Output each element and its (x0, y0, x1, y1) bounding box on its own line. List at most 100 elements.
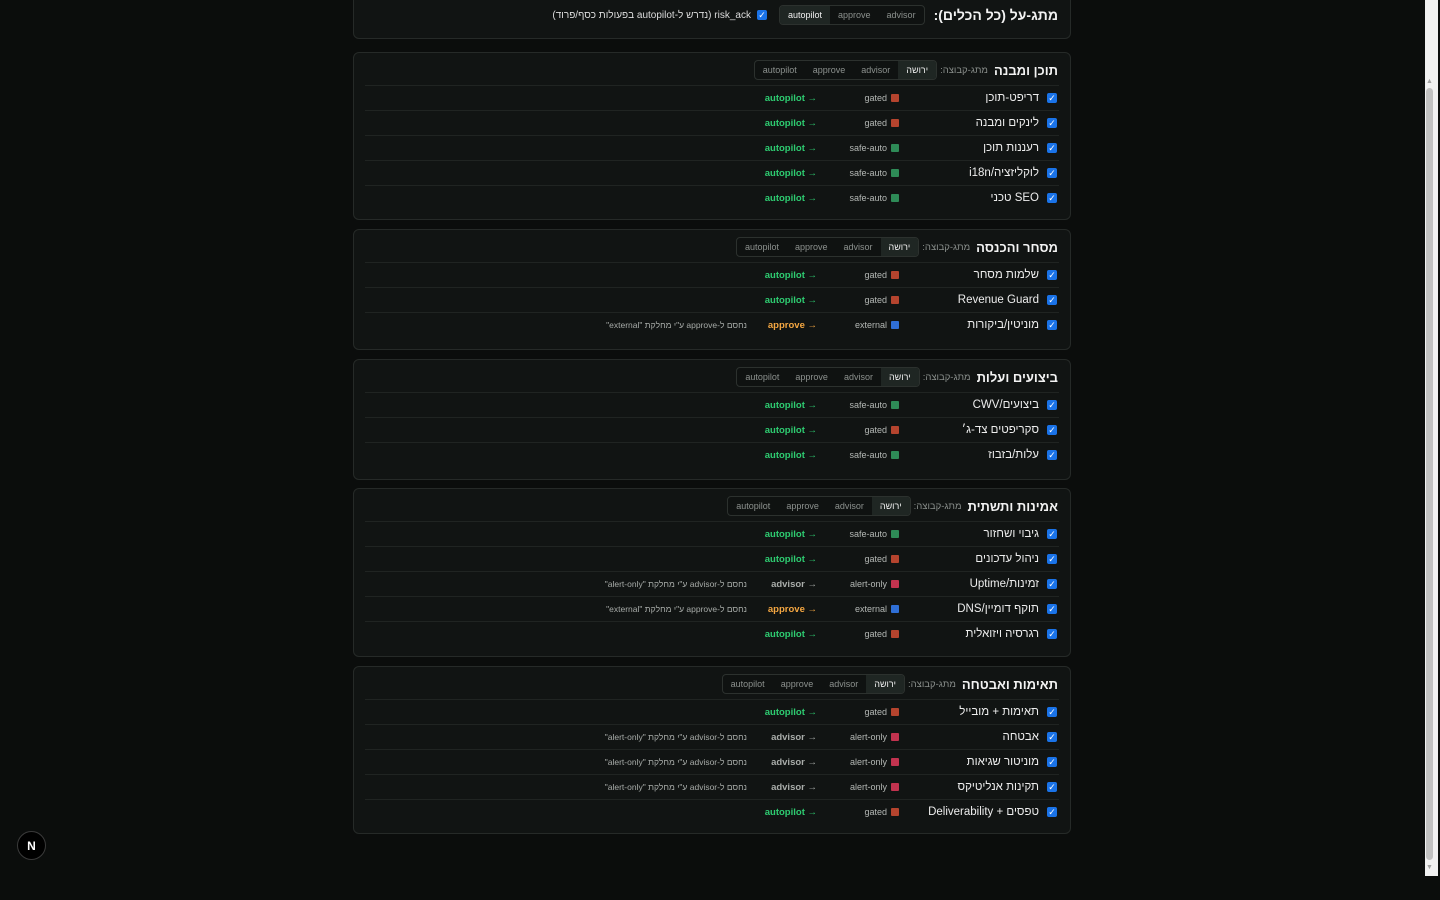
group-mode-advisor[interactable]: advisor (836, 238, 881, 256)
global-switch-title: מתג-על (כל הכלים): (933, 7, 1058, 23)
group-mode-autopilot[interactable]: autopilot (737, 238, 787, 256)
group-mode-selector: ירושה advisor approve autopilot (736, 367, 920, 387)
scrollbar[interactable]: ▲ ▼ (1425, 0, 1438, 876)
tool-enabled-checkbox[interactable]: ✓ (1047, 579, 1057, 589)
tool-enabled-checkbox[interactable]: ✓ (1047, 400, 1057, 410)
tool-class: safe-auto (849, 450, 887, 460)
next-dev-tools-button[interactable]: N (17, 831, 46, 860)
class-color-swatch (891, 605, 899, 613)
group-mode-autopilot[interactable]: autopilot (755, 61, 805, 79)
tool-class: gated (864, 93, 887, 103)
effective-mode: autopilot → (764, 529, 817, 540)
tool-row: ✓ שלמות מסחר gated autopilot → (365, 262, 1059, 287)
tool-enabled-checkbox[interactable]: ✓ (1047, 450, 1057, 460)
global-mode-approve[interactable]: approve (830, 6, 879, 24)
group-mode-advisor[interactable]: advisor (827, 497, 872, 515)
group-header: אמינות ותשתית מתג-קבוצה: ירושה advisor appro… (354, 489, 1070, 521)
tool-enabled-checkbox[interactable]: ✓ (1047, 529, 1057, 539)
tool-enabled-checkbox[interactable]: ✓ (1047, 604, 1057, 614)
tool-enabled-checkbox[interactable]: ✓ (1047, 295, 1057, 305)
group-card: תוכן ומבנה מתג-קבוצה: ירושה advisor approve a… (353, 52, 1071, 220)
group-header: מסחר והכנסה מתג-קבוצה: ירושה advisor approve… (354, 230, 1070, 262)
group-mode-selector: ירושה advisor approve autopilot (721, 674, 905, 694)
tool-enabled-checkbox[interactable]: ✓ (1047, 732, 1057, 742)
tool-name: שלמות מסחר (973, 269, 1039, 281)
tool-enabled-checkbox[interactable]: ✓ (1047, 629, 1057, 639)
group-mode-approve[interactable]: approve (787, 368, 836, 386)
tool-class: external (854, 320, 887, 330)
scroll-thumb[interactable] (1426, 88, 1433, 860)
risk-ack-checkbox[interactable]: ✓ (756, 10, 767, 20)
tool-enabled-checkbox[interactable]: ✓ (1047, 707, 1057, 717)
group-switch-label: מתג-קבוצה: (940, 64, 988, 76)
group-title: תאימות ואבטחה (961, 676, 1058, 692)
tool-enabled-checkbox[interactable]: ✓ (1047, 143, 1057, 153)
global-mode-autopilot[interactable]: autopilot (779, 6, 831, 24)
tool-enabled-checkbox[interactable]: ✓ (1047, 782, 1057, 792)
tool-class: safe-auto (849, 143, 887, 153)
group-card: תאימות ואבטחה מתג-קבוצה: ירושה advisor appro… (353, 666, 1071, 834)
effective-mode: autopilot → (764, 807, 817, 818)
group-mode-inherit[interactable]: ירושה (871, 497, 910, 515)
tool-enabled-checkbox[interactable]: ✓ (1047, 425, 1057, 435)
tool-class: safe-auto (849, 400, 887, 410)
tool-name: לוקליזציה/i18n (969, 167, 1039, 179)
tool-name: אבטחה (1002, 731, 1039, 743)
tool-row: ✓ זמינות/Uptime alert-only advisor → נחסם ל-… (365, 571, 1059, 596)
tool-enabled-checkbox[interactable]: ✓ (1047, 270, 1057, 280)
global-mode-advisor[interactable]: advisor (879, 6, 924, 24)
group-mode-advisor[interactable]: advisor (853, 61, 898, 79)
group-mode-approve[interactable]: approve (787, 238, 836, 256)
effective-mode: autopilot → (764, 450, 817, 461)
class-color-swatch (891, 708, 899, 716)
group-mode-inherit[interactable]: ירושה (880, 368, 919, 386)
group-mode-advisor[interactable]: advisor (821, 675, 866, 693)
tool-enabled-checkbox[interactable]: ✓ (1047, 320, 1057, 330)
group-mode-advisor[interactable]: advisor (836, 368, 881, 386)
group-mode-autopilot[interactable]: autopilot (737, 368, 787, 386)
scroll-up-arrow-icon[interactable]: ▲ (1426, 78, 1434, 86)
effective-mode: autopilot → (764, 554, 817, 565)
class-color-swatch (891, 555, 899, 563)
group-mode-approve[interactable]: approve (773, 675, 822, 693)
effective-mode: approve → (767, 604, 817, 615)
effective-mode: autopilot → (764, 425, 817, 436)
global-switch-row: מתג-על (כל הכלים): advisor approve autop… (552, 5, 1058, 25)
effective-mode: advisor → (771, 782, 817, 793)
group-header: תוכן ומבנה מתג-קבוצה: ירושה advisor approve a… (354, 53, 1070, 85)
risk-ack-toggle[interactable]: ✓ risk_ack (נדרש ל-autopilot בפעולות כסף… (552, 10, 767, 21)
effective-mode: advisor → (771, 579, 817, 590)
tool-class: gated (864, 807, 887, 817)
tool-enabled-checkbox[interactable]: ✓ (1047, 757, 1057, 767)
tool-enabled-checkbox[interactable]: ✓ (1047, 168, 1057, 178)
tool-name: תאימות + מובייל (959, 706, 1039, 718)
tool-enabled-checkbox[interactable]: ✓ (1047, 193, 1057, 203)
scroll-down-arrow-icon[interactable]: ▼ (1426, 864, 1434, 872)
tool-enabled-checkbox[interactable]: ✓ (1047, 118, 1057, 128)
global-mode-selector: advisor approve autopilot (778, 5, 925, 25)
group-switch-label: מתג-קבוצה: (913, 500, 962, 512)
tool-enabled-checkbox[interactable]: ✓ (1047, 93, 1057, 103)
tool-row: ✓ גיבוי ושחזור safe-auto autopilot → (365, 521, 1059, 546)
tool-enabled-checkbox[interactable]: ✓ (1047, 554, 1057, 564)
group-mode-approve[interactable]: approve (778, 497, 827, 515)
class-color-swatch (891, 808, 899, 816)
group-switch-label: מתג-קבוצה: (922, 241, 971, 253)
effective-mode: autopilot → (764, 295, 817, 306)
tool-enabled-checkbox[interactable]: ✓ (1047, 807, 1057, 817)
group-mode-approve[interactable]: approve (805, 61, 854, 79)
group-mode-inherit[interactable]: ירושה (898, 61, 937, 79)
fab-label: N (27, 838, 36, 853)
tool-class: alert-only (849, 757, 887, 767)
class-color-swatch (891, 401, 899, 409)
tool-class: gated (864, 707, 887, 717)
group-mode-autopilot[interactable]: autopilot (723, 675, 773, 693)
group-mode-autopilot[interactable]: autopilot (728, 497, 778, 515)
effective-mode: autopilot → (764, 143, 817, 154)
group-card: מסחר והכנסה מתג-קבוצה: ירושה advisor approve… (353, 229, 1071, 350)
class-color-swatch (891, 451, 899, 459)
tool-name: זמינות/Uptime (969, 578, 1039, 590)
group-mode-inherit[interactable]: ירושה (880, 238, 919, 256)
group-mode-inherit[interactable]: ירושה (866, 675, 904, 693)
tool-name: דריפט-תוכן (985, 92, 1039, 104)
